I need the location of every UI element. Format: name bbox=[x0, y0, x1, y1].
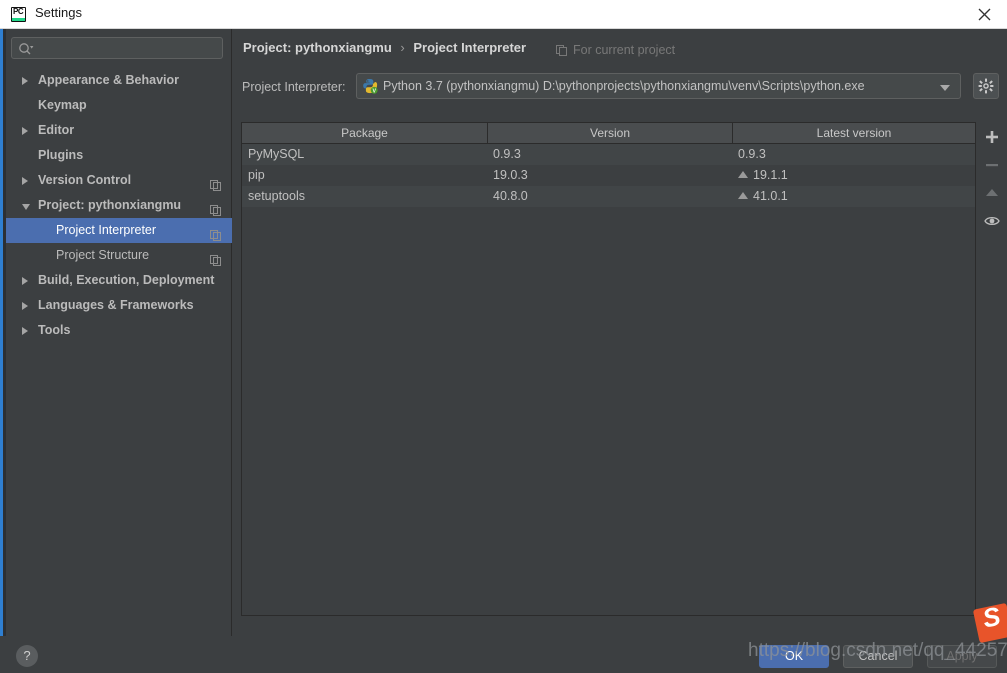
title-bar: PC Settings bbox=[0, 0, 1007, 29]
pycharm-icon: PC bbox=[11, 7, 26, 22]
settings-tree: Appearance & Behavior Keymap Editor Plugins… bbox=[6, 68, 232, 343]
chevron-right-icon[interactable] bbox=[22, 127, 28, 135]
chevron-right-icon[interactable] bbox=[22, 302, 28, 310]
sidebar-item-languages-frameworks[interactable]: Languages & Frameworks bbox=[6, 293, 232, 318]
cell-package: PyMySQL bbox=[248, 147, 305, 161]
table-row[interactable]: pip 19.0.3 19.1.1 bbox=[242, 165, 975, 186]
copy-settings-icon[interactable] bbox=[210, 225, 221, 241]
settings-dialog: PC Settings Appearance & Behavior Keymap E… bbox=[0, 0, 1007, 673]
packages-table: Package Version Latest version PyMySQL 0.… bbox=[241, 122, 976, 616]
sidebar-item-project-interpreter[interactable]: Project Interpreter bbox=[6, 218, 232, 243]
sidebar-item-build-execution-deployment[interactable]: Build, Execution, Deployment bbox=[6, 268, 232, 293]
sidebar-item-label: Project Interpreter bbox=[56, 223, 157, 237]
interpreter-value: Python 3.7 (pythonxiangmu) D:\pythonproj… bbox=[383, 79, 865, 93]
csdn-logo-letter: S bbox=[979, 602, 1004, 634]
breadcrumb-separator: › bbox=[400, 40, 405, 55]
cell-latest-version: 0.9.3 bbox=[733, 144, 975, 165]
sidebar-item-version-control[interactable]: Version Control bbox=[6, 168, 232, 193]
chevron-down-icon[interactable] bbox=[940, 85, 950, 91]
upgrade-available-icon bbox=[738, 192, 748, 199]
breadcrumb-leaf: Project Interpreter bbox=[413, 40, 527, 55]
table-row[interactable]: setuptools 40.8.0 41.0.1 bbox=[242, 186, 975, 207]
help-button[interactable]: ? bbox=[16, 645, 38, 667]
add-package-button[interactable] bbox=[977, 122, 1007, 150]
upgrade-available-icon bbox=[738, 171, 748, 178]
sidebar-item-label: Plugins bbox=[38, 148, 84, 162]
cell-version: 0.9.3 bbox=[493, 147, 521, 161]
main-panel: Project: pythonxiangmu › Project Interpr… bbox=[233, 29, 1007, 636]
sidebar-item-editor[interactable]: Editor bbox=[6, 118, 232, 143]
python-venv-icon: V bbox=[362, 78, 378, 95]
cell-package: pip bbox=[248, 168, 265, 182]
packages-toolbar bbox=[977, 122, 1007, 616]
sidebar-item-label: Tools bbox=[38, 323, 71, 337]
column-header-latest-version[interactable]: Latest version bbox=[733, 123, 975, 143]
search-icon bbox=[18, 42, 34, 59]
breadcrumb-root[interactable]: Project: pythonxiangmu bbox=[243, 40, 392, 55]
close-icon[interactable] bbox=[962, 0, 1007, 28]
settings-sidebar: Appearance & Behavior Keymap Editor Plugins… bbox=[6, 29, 232, 636]
cell-latest-version-text: 19.1.1 bbox=[753, 168, 788, 182]
cell-latest-version-text: 41.0.1 bbox=[753, 189, 788, 203]
interpreter-dropdown[interactable]: V Python 3.7 (pythonxiangmu) D:\pythonpr… bbox=[356, 73, 961, 99]
watermark-text: https://blog.csdn.net/qq_44257240 bbox=[748, 640, 1007, 661]
interpreter-settings-button[interactable] bbox=[973, 73, 999, 99]
cell-version: 40.8.0 bbox=[493, 189, 528, 203]
cell-latest-version-text: 0.9.3 bbox=[738, 147, 766, 161]
packages-table-header: Package Version Latest version bbox=[242, 123, 975, 144]
sidebar-item-label: Version Control bbox=[38, 173, 132, 187]
column-header-package[interactable]: Package bbox=[242, 123, 488, 143]
sidebar-item-tools[interactable]: Tools bbox=[6, 318, 232, 343]
for-current-project-label: For current project bbox=[556, 43, 676, 57]
window-title: Settings bbox=[35, 5, 82, 20]
copy-settings-icon[interactable] bbox=[210, 250, 221, 266]
cell-latest-version: 41.0.1 bbox=[733, 186, 975, 207]
chevron-right-icon[interactable] bbox=[22, 177, 28, 185]
for-current-project-text: For current project bbox=[573, 43, 676, 57]
sidebar-item-project-structure[interactable]: Project Structure bbox=[6, 243, 232, 268]
csdn-logo: S bbox=[972, 602, 1007, 644]
chevron-right-icon[interactable] bbox=[22, 77, 28, 85]
search-input[interactable] bbox=[11, 37, 223, 59]
sidebar-item-label: Appearance & Behavior bbox=[38, 73, 180, 87]
packages-table-body: PyMySQL 0.9.3 0.9.3 pip 19.0.3 19.1.1 setuptoo… bbox=[242, 144, 975, 207]
upgrade-package-button[interactable] bbox=[977, 178, 1007, 206]
copy-pages-icon bbox=[556, 45, 567, 56]
show-early-releases-button[interactable] bbox=[977, 206, 1007, 234]
svg-text:V: V bbox=[372, 89, 376, 94]
sidebar-item-label: Project: pythonxiangmu bbox=[38, 198, 182, 212]
breadcrumb: Project: pythonxiangmu › Project Interpr… bbox=[243, 40, 526, 55]
column-header-version[interactable]: Version bbox=[488, 123, 733, 143]
chevron-down-icon[interactable] bbox=[22, 204, 30, 210]
sidebar-item-label: Build, Execution, Deployment bbox=[38, 273, 215, 287]
sidebar-item-label: Languages & Frameworks bbox=[38, 298, 194, 312]
copy-settings-icon[interactable] bbox=[210, 200, 221, 216]
copy-settings-icon[interactable] bbox=[210, 175, 221, 191]
cell-package: setuptools bbox=[248, 189, 305, 203]
sidebar-item-label: Keymap bbox=[38, 98, 87, 112]
chevron-right-icon[interactable] bbox=[22, 327, 28, 335]
cell-version: 19.0.3 bbox=[493, 168, 528, 182]
interpreter-label: Project Interpreter: bbox=[242, 80, 346, 94]
sidebar-item-label: Editor bbox=[38, 123, 75, 137]
sidebar-item-label: Project Structure bbox=[56, 248, 150, 262]
sidebar-item-appearance-behavior[interactable]: Appearance & Behavior bbox=[6, 68, 232, 93]
sidebar-item-plugins[interactable]: Plugins bbox=[6, 143, 232, 168]
sidebar-item-project-pythonxiangmu[interactable]: Project: pythonxiangmu bbox=[6, 193, 232, 218]
remove-package-button[interactable] bbox=[977, 150, 1007, 178]
table-row[interactable]: PyMySQL 0.9.3 0.9.3 bbox=[242, 144, 975, 165]
sidebar-item-keymap[interactable]: Keymap bbox=[6, 93, 232, 118]
cell-latest-version: 19.1.1 bbox=[733, 165, 975, 186]
chevron-right-icon[interactable] bbox=[22, 277, 28, 285]
